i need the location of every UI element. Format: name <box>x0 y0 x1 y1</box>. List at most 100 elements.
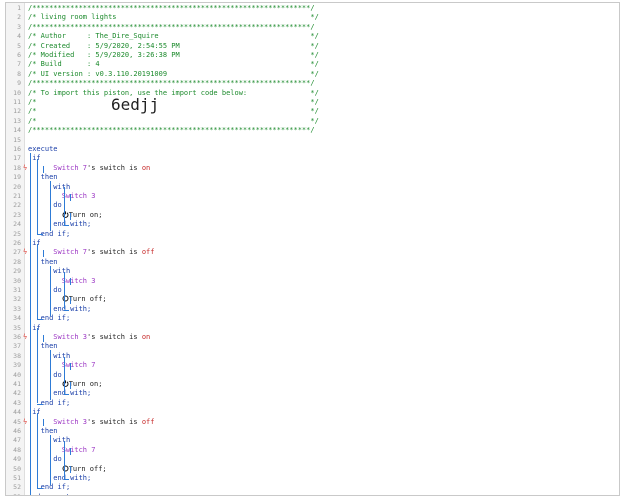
line-content: Switch 3 <box>28 277 96 286</box>
line-content: do <box>28 455 61 464</box>
do-line: 22 do <box>6 201 619 210</box>
line-content: /* UI version : v0.3.110.20191009 */ <box>28 70 319 79</box>
block-guide <box>64 394 69 396</box>
comment-line: 2 /* living room lights */ <box>6 13 619 22</box>
if-line: 44 if <box>6 408 619 417</box>
line-number: 20 <box>13 182 21 191</box>
condition-line: 18 Switch 7's switch is on ϟ <box>6 164 619 173</box>
comment-line: 11 /* */ <box>6 98 619 107</box>
block-guide <box>64 187 65 225</box>
action-text: Turn on; <box>68 210 103 219</box>
line-number: 53 <box>6 493 21 495</box>
end-with-line: 42 end with; <box>6 389 619 398</box>
action-text: Turn off; <box>68 295 107 304</box>
line-content: Switch 3's switch is off <box>28 418 154 427</box>
then-line: 37 then <box>6 342 619 351</box>
end-if-keyword: end if; <box>40 229 71 238</box>
piston-code-view: 1 /**************************************… <box>5 2 620 496</box>
line-number: 23 <box>13 210 21 219</box>
comment-line: 1 /**************************************… <box>6 4 619 13</box>
block-guide <box>43 334 44 342</box>
comment-line: 13 /* */ <box>6 117 619 126</box>
if-line: 17 if <box>6 154 619 163</box>
line-content: /***************************************… <box>28 79 315 88</box>
blank-line: 15 <box>6 136 619 145</box>
line-content: do <box>28 201 62 210</box>
condition-device: Switch 7 <box>53 248 88 257</box>
device-line: 39 Switch 7 <box>6 361 619 370</box>
end-with-keyword: end with; <box>53 389 92 398</box>
line-number: 31 <box>13 286 21 294</box>
with-line: 20 with <box>6 183 619 192</box>
block-guide <box>37 159 38 235</box>
block-guide <box>37 234 43 236</box>
block-guide <box>64 478 69 480</box>
comment-text: /* Author : The_Dire_Squire */ <box>28 32 319 41</box>
line-number: 36 <box>13 333 21 341</box>
flash-icon[interactable]: ϟ <box>23 418 27 427</box>
end-with-line: 33 end with; <box>6 305 619 314</box>
do-line: 49 do <box>6 455 619 464</box>
line-content: /***************************************… <box>28 126 315 135</box>
device-line: 48 Switch 7 <box>6 446 619 455</box>
line-content: Switch 7 <box>28 445 96 455</box>
line-content: Switch 3 <box>28 192 96 201</box>
line-number: 1 <box>17 4 21 12</box>
line-number: 25 <box>13 229 21 238</box>
line-content: /* */ <box>28 117 319 126</box>
line-number: 43 <box>13 398 21 407</box>
block-guide <box>64 356 65 395</box>
block-guide <box>43 165 44 173</box>
device-line: 30 Switch 3 <box>6 277 619 286</box>
do-keyword: do <box>53 201 62 210</box>
power-off-icon <box>62 465 69 473</box>
do-keyword: do <box>53 370 62 379</box>
condition-line: 27 Switch 7's switch is off ϟ <box>6 248 619 257</box>
line-number: 16 <box>13 145 21 153</box>
block-guide <box>50 180 51 232</box>
line-content: /***************************************… <box>28 4 315 13</box>
comment-text: /***************************************… <box>28 79 315 88</box>
block-guide <box>37 412 38 489</box>
condition-text: 's switch is <box>87 333 142 341</box>
block-guide <box>37 403 43 405</box>
flash-icon[interactable]: ϟ <box>23 164 27 173</box>
power-icon <box>62 211 69 219</box>
end-execute-keyword: end execute; <box>28 493 79 495</box>
line-number: 50 <box>13 464 21 473</box>
line-number: 10 <box>13 88 21 97</box>
with-keyword: with <box>53 267 71 276</box>
end-execute-line: 53 end execute; <box>6 493 619 495</box>
flash-icon[interactable]: ϟ <box>23 333 27 342</box>
flash-icon[interactable]: ϟ <box>23 248 27 257</box>
comment-text: /* Created : 5/9/2020, 2:54:55 PM */ <box>28 41 319 50</box>
line-content: /* */ <box>28 98 319 107</box>
block-guide <box>50 350 51 401</box>
line-number: 33 <box>13 304 21 313</box>
line-number: 37 <box>13 342 21 351</box>
block-guide <box>37 328 38 404</box>
line-content: then <box>28 258 58 267</box>
with-line: 29 with <box>6 267 619 276</box>
condition-device: Switch 3 <box>53 417 88 426</box>
action-line: 32 Turn off; <box>6 295 619 304</box>
line-number: 42 <box>13 389 21 398</box>
line-content: /* Created : 5/9/2020, 2:54:55 PM */ <box>28 42 319 51</box>
line-content: Switch 7 <box>28 361 96 370</box>
condition-device: Switch 7 <box>53 163 88 172</box>
do-line: 31 do <box>6 286 619 295</box>
line-content: Switch 7's switch is on <box>28 164 150 173</box>
condition-line: 36 Switch 3's switch is on ϟ <box>6 333 619 342</box>
comment-line: 5 /* Created : 5/9/2020, 2:54:55 PM */ <box>6 42 619 51</box>
block-guide <box>70 278 71 286</box>
end-if-keyword: end if; <box>40 314 71 323</box>
target-device: Switch 7 <box>61 445 96 454</box>
condition-value: off <box>141 417 155 426</box>
end-if-keyword: end if; <box>40 398 71 407</box>
condition-line: 45 Switch 3's switch is off ϟ <box>6 418 619 427</box>
